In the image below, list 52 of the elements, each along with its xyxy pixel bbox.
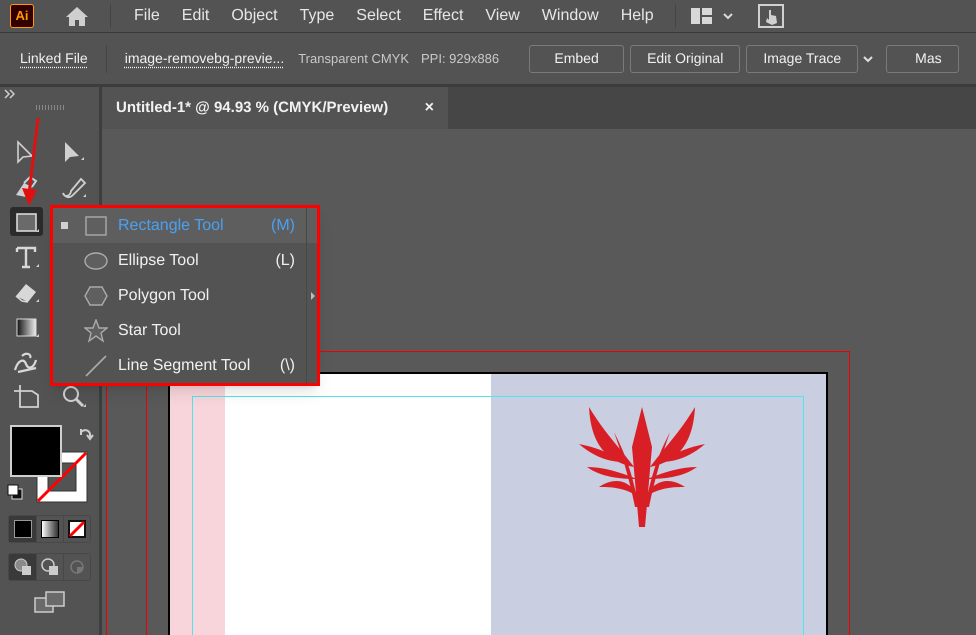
ppi-label: PPI: 929x886 <box>421 50 500 68</box>
color-mode-button[interactable] <box>9 516 36 542</box>
solid-color-icon <box>14 520 32 538</box>
shortcut-label: (\) <box>280 356 295 376</box>
control-button[interactable]: Edit Original <box>630 44 740 72</box>
menu-item[interactable]: File <box>123 4 171 28</box>
file-name-link[interactable]: image-removebg-previe... <box>124 48 284 69</box>
control-button[interactable]: Mas <box>886 44 959 72</box>
app-logo: Ai <box>10 4 34 28</box>
tool-name: Star Tool <box>118 320 182 340</box>
menu-item[interactable]: Select <box>345 4 412 28</box>
tool-name: Line Segment Tool <box>118 356 252 376</box>
menu-item[interactable]: Edit <box>170 4 220 28</box>
flyout-menu-item[interactable]: Ellipse Tool (L) <box>53 243 317 278</box>
chevron-down-icon[interactable] <box>722 12 734 20</box>
color-mode-label: Transparent CMYK <box>298 50 409 68</box>
draw-mode-icon[interactable] <box>40 557 60 577</box>
control-button[interactable]: Embed <box>529 44 624 72</box>
menu-item[interactable]: Help <box>610 4 665 28</box>
none-swatch-icon <box>68 520 86 538</box>
menu-item[interactable]: Effect <box>412 4 474 28</box>
tool-name: Rectangle Tool <box>118 216 225 236</box>
star-icon[interactable] <box>84 318 108 342</box>
shortcut-label: (L) <box>275 250 295 270</box>
menu-item[interactable]: Object <box>220 4 289 28</box>
shortcut-label: (M) <box>271 216 295 236</box>
document-tab-title[interactable]: Untitled-1* @ 94.93 % (CMYK/Preview) <box>116 96 388 120</box>
current-tool-marker <box>61 222 68 229</box>
menu-item[interactable]: Type <box>288 4 346 28</box>
flyout-menu-item[interactable]: Line Segment Tool (\) <box>53 348 317 383</box>
tool-name: Polygon Tool <box>118 286 210 306</box>
hand-pointer-icon[interactable] <box>758 4 784 28</box>
flyout-menu-item[interactable]: Polygon Tool <box>53 278 317 313</box>
workspace-layout-icon[interactable] <box>690 6 714 26</box>
chevron-down-icon[interactable] <box>862 54 874 62</box>
linked-file-link[interactable]: Linked File <box>20 48 88 69</box>
tool-name: Ellipse Tool <box>118 250 200 270</box>
home-icon[interactable] <box>64 4 90 28</box>
menu-item[interactable]: Window <box>530 4 610 28</box>
menu-item[interactable]: View <box>474 4 531 28</box>
close-tab-button[interactable]: × <box>424 96 434 120</box>
hexagon-icon[interactable] <box>84 284 108 308</box>
control-button[interactable]: Image Trace <box>746 44 858 72</box>
screen-mode-button[interactable] <box>34 591 66 613</box>
flyout-menu-item[interactable]: Star Tool <box>53 313 317 348</box>
tearoff-arrow-icon[interactable] <box>311 292 315 300</box>
gradient-swatch-icon <box>41 520 59 538</box>
default-colors-icon[interactable] <box>6 483 24 501</box>
line-icon[interactable] <box>84 354 108 378</box>
fill-swatch[interactable] <box>10 425 62 477</box>
collapse-icon[interactable] <box>4 89 15 99</box>
swap-arrow-icon[interactable] <box>78 427 94 443</box>
